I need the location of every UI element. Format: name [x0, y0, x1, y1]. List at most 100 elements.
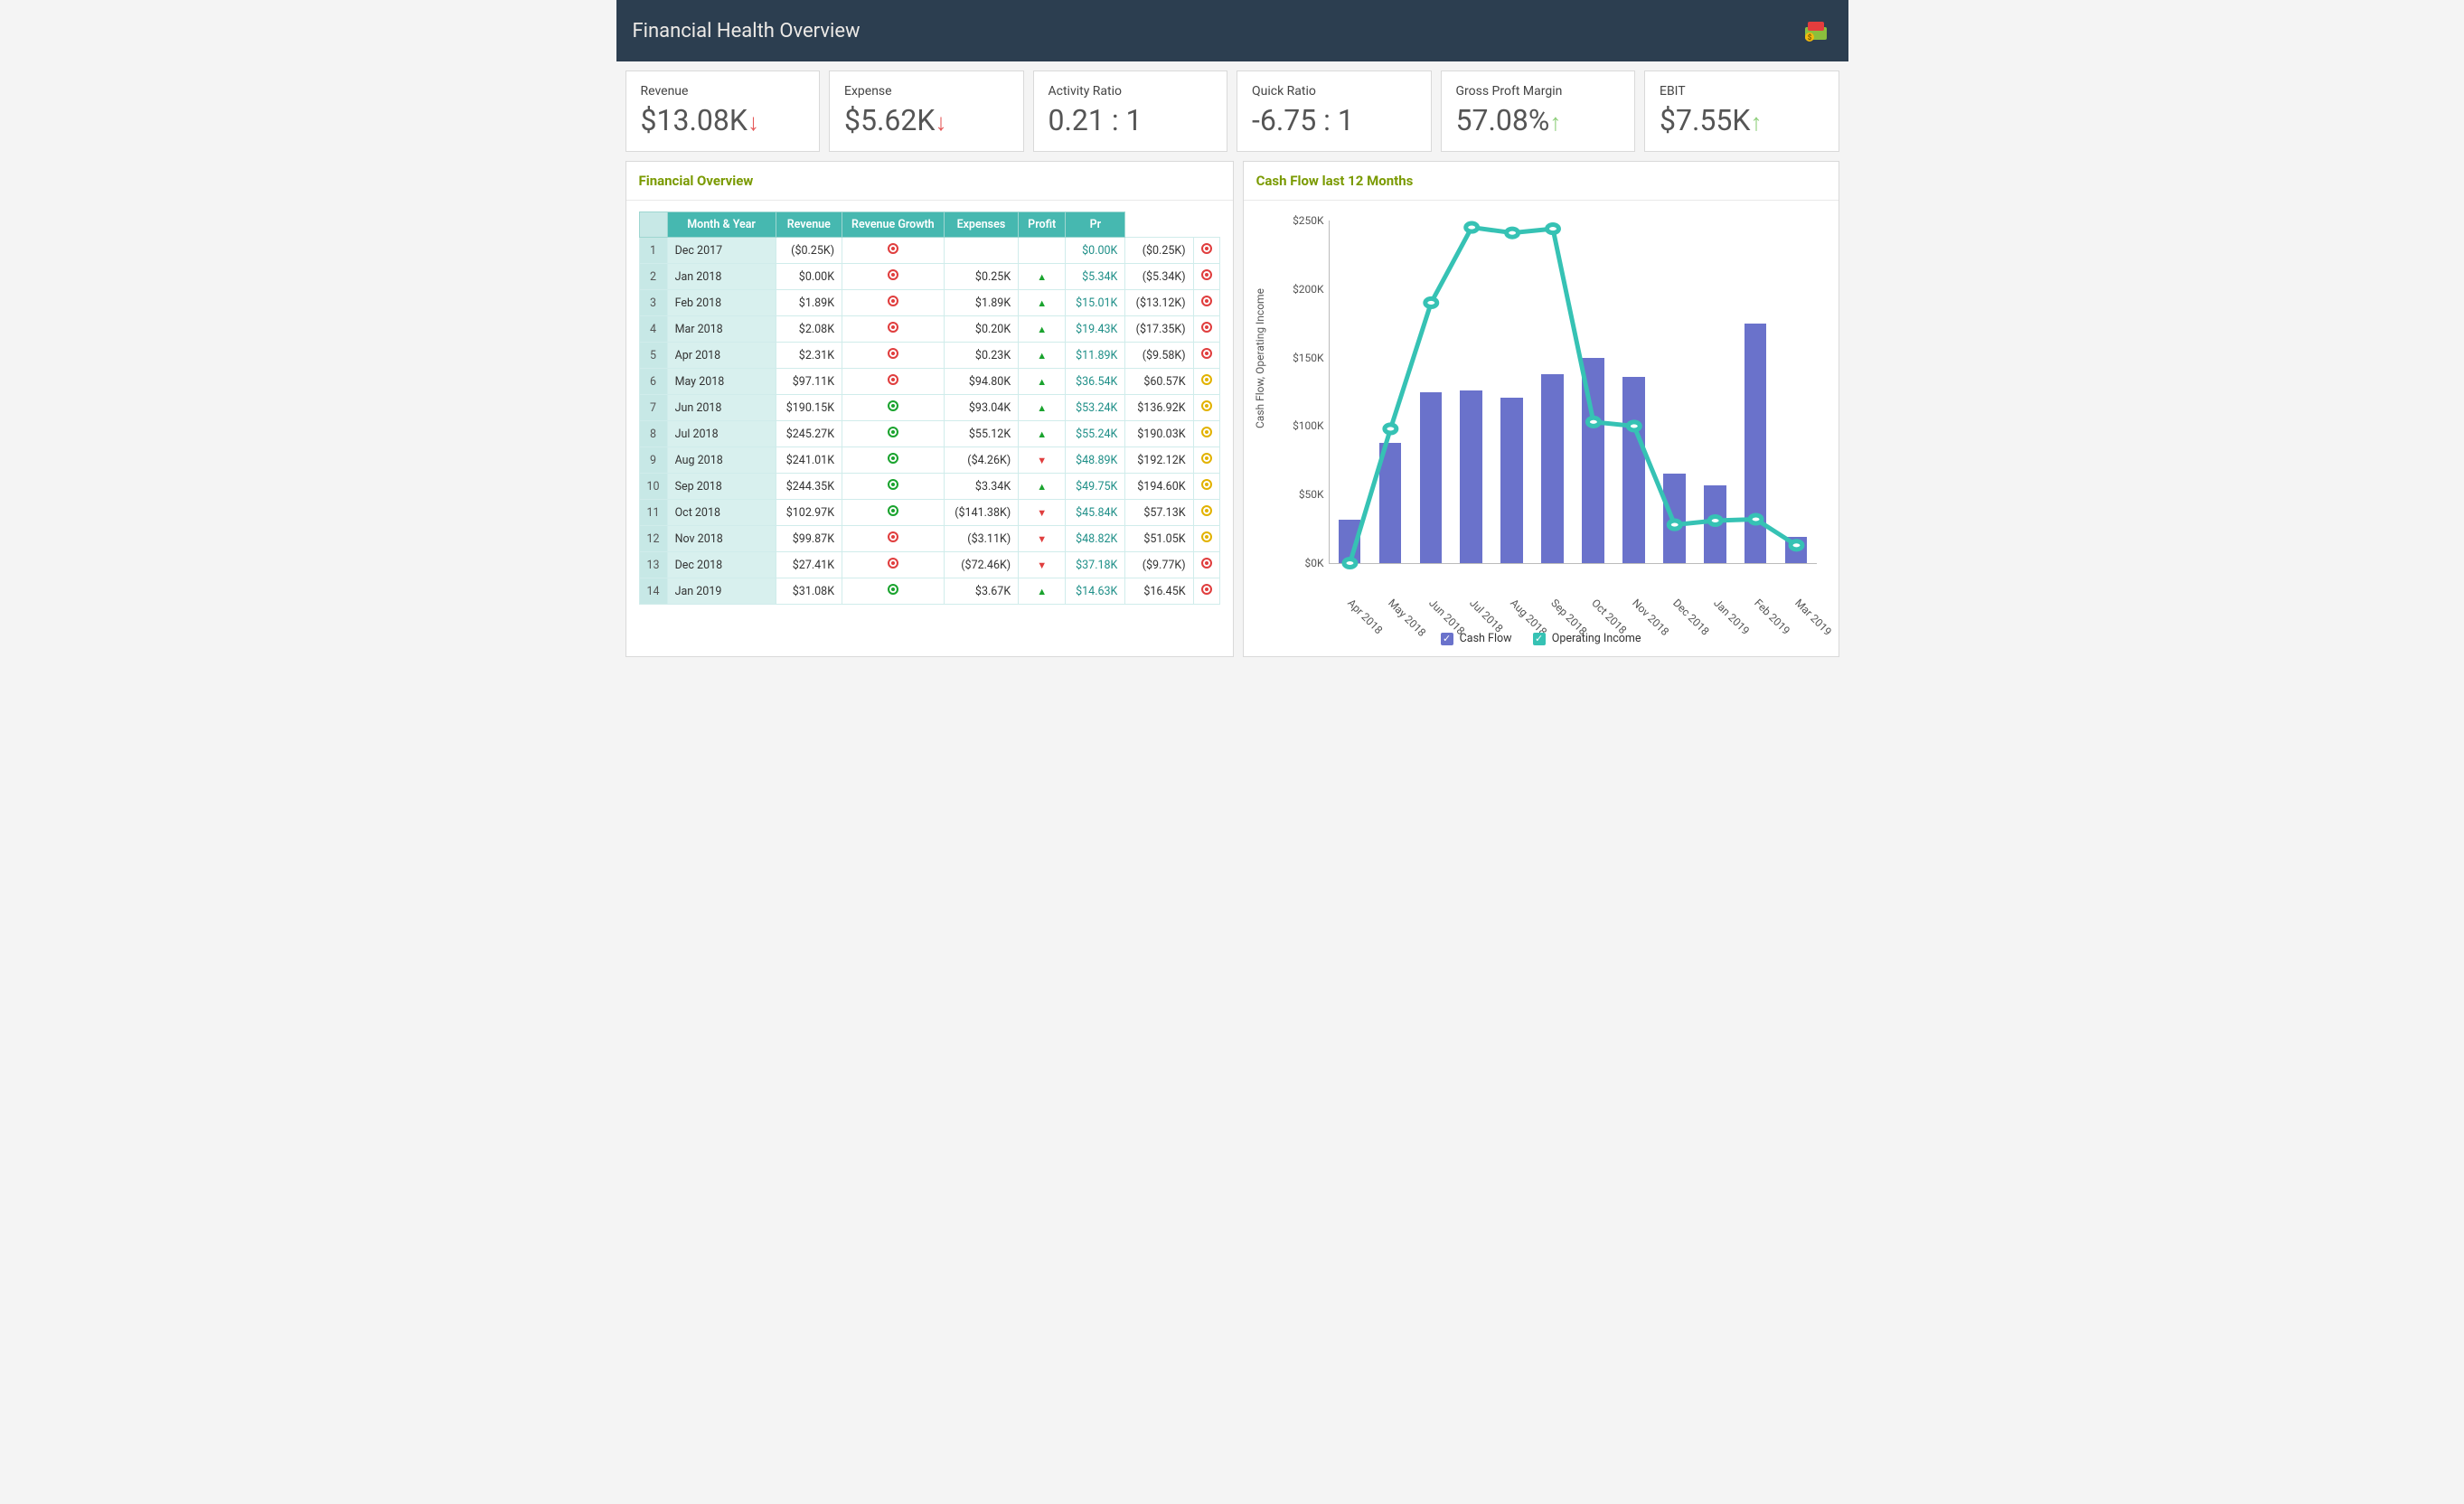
kpi-label: Activity Ratio	[1049, 84, 1213, 99]
row-number: 10	[639, 474, 667, 500]
chart-line-point[interactable]	[1547, 225, 1558, 233]
chart-line-point[interactable]	[1791, 541, 1802, 550]
cash-flow-chart[interactable]: Cash Flow, Operating Income $0K$50K$100K…	[1256, 212, 1826, 645]
kpi-card[interactable]: Expense $5.62K↓	[829, 70, 1024, 152]
table-row[interactable]: 13Dec 2018$27.41K($72.46K)▼$37.18K($9.77…	[639, 552, 1219, 578]
kpi-label: EBIT	[1660, 84, 1824, 99]
table-row[interactable]: 9Aug 2018$241.01K($4.26K)▼$48.89K$192.12…	[639, 447, 1219, 474]
cell-growth: $0.23K	[944, 343, 1019, 369]
trend-down-icon: ▼	[1037, 559, 1047, 571]
legend-swatch-bar: ✓	[1441, 633, 1453, 645]
page-title: Financial Health Overview	[633, 20, 861, 42]
row-number: 13	[639, 552, 667, 578]
status-red-icon	[888, 531, 898, 542]
col-header[interactable]: Profit	[1019, 212, 1066, 238]
kpi-value: $13.08K↓	[641, 106, 805, 135]
table-row[interactable]: 7Jun 2018$190.15K$93.04K▲$53.24K$136.92K	[639, 395, 1219, 421]
chart-line-point[interactable]	[1669, 521, 1680, 529]
cell-revenue: $102.97K	[776, 500, 842, 526]
status-green-icon	[888, 427, 898, 437]
status-red-icon	[1201, 584, 1212, 595]
kpi-value: 0.21 : 1	[1049, 106, 1213, 135]
trend-up-icon: ▲	[1037, 350, 1047, 362]
table-row[interactable]: 3Feb 2018$1.89K$1.89K▲$15.01K($13.12K)	[639, 290, 1219, 316]
chart-legend: ✓ Cash Flow ✓ Operating Income	[1256, 632, 1826, 645]
chart-line-point[interactable]	[1384, 425, 1396, 433]
status-red-icon	[1201, 322, 1212, 333]
cell-revenue: $1.89K	[776, 290, 842, 316]
svg-text:$: $	[1807, 33, 1811, 42]
col-header[interactable]: Revenue Growth	[842, 212, 945, 238]
cell-profit: ($13.12K)	[1125, 290, 1193, 316]
cell-month: Nov 2018	[667, 526, 776, 552]
cell-month: Mar 2018	[667, 316, 776, 343]
kpi-value: 57.08%↑	[1456, 106, 1621, 135]
table-row[interactable]: 6May 2018$97.11K$94.80K▲$36.54K$60.57K	[639, 369, 1219, 395]
table-row[interactable]: 5Apr 2018$2.31K$0.23K▲$11.89K($9.58K)	[639, 343, 1219, 369]
table-row[interactable]: 12Nov 2018$99.87K($3.11K)▼$48.82K$51.05K	[639, 526, 1219, 552]
status-yellow-icon	[1201, 505, 1212, 516]
legend-line-label: Operating Income	[1552, 632, 1641, 645]
table-row[interactable]: 4Mar 2018$2.08K$0.20K▲$19.43K($17.35K)	[639, 316, 1219, 343]
cell-growth: ($72.46K)	[944, 552, 1019, 578]
cell-profit: $51.05K	[1125, 526, 1193, 552]
table-row[interactable]: 14Jan 2019$31.08K$3.67K▲$14.63K$16.45K	[639, 578, 1219, 605]
status-green-icon	[888, 505, 898, 516]
cell-profit: ($0.25K)	[1125, 238, 1193, 264]
kpi-card[interactable]: Quick Ratio-6.75 : 1	[1237, 70, 1432, 152]
row-number: 6	[639, 369, 667, 395]
table-row[interactable]: 2Jan 2018$0.00K$0.25K▲$5.34K($5.34K)	[639, 264, 1219, 290]
row-number: 8	[639, 421, 667, 447]
cell-revenue: ($0.25K)	[776, 238, 842, 264]
kpi-label: Expense	[844, 84, 1009, 99]
cell-profit: $16.45K	[1125, 578, 1193, 605]
status-red-icon	[888, 269, 898, 280]
kpi-card[interactable]: EBIT$7.55K↑	[1644, 70, 1839, 152]
cell-growth-indicator: ▲	[1019, 369, 1066, 395]
row-number: 1	[639, 238, 667, 264]
trend-down-icon: ▼	[1037, 533, 1047, 545]
kpi-card[interactable]: Gross Proft Margin 57.08%↑	[1441, 70, 1636, 152]
status-red-icon	[888, 296, 898, 306]
col-header[interactable]: Expenses	[944, 212, 1019, 238]
cell-profit: ($9.58K)	[1125, 343, 1193, 369]
kpi-card[interactable]: Revenue$13.08K↓	[625, 70, 821, 152]
kpi-label: Gross Proft Margin	[1456, 84, 1621, 99]
legend-swatch-line: ✓	[1533, 633, 1546, 645]
status-yellow-icon	[1201, 374, 1212, 385]
row-number: 14	[639, 578, 667, 605]
cell-revenue-indicator	[842, 447, 945, 474]
table-row[interactable]: 10Sep 2018$244.35K$3.34K▲$49.75K$194.60K	[639, 474, 1219, 500]
chart-line-point[interactable]	[1587, 418, 1599, 426]
cell-revenue-indicator	[842, 238, 945, 264]
col-header[interactable]: Pr	[1066, 212, 1125, 238]
cell-profit-indicator	[1193, 343, 1219, 369]
kpi-card[interactable]: Activity Ratio 0.21 : 1	[1033, 70, 1228, 152]
cell-month: Aug 2018	[667, 447, 776, 474]
kpi-value: $5.62K↓	[844, 106, 1009, 135]
chart-line-point[interactable]	[1750, 515, 1762, 523]
cell-revenue: $241.01K	[776, 447, 842, 474]
table-row[interactable]: 8Jul 2018$245.27K$55.12K▲$55.24K$190.03K	[639, 421, 1219, 447]
chart-line-point[interactable]	[1425, 298, 1436, 306]
cell-growth: $3.34K	[944, 474, 1019, 500]
table-row[interactable]: 1Dec 2017($0.25K)$0.00K($0.25K)	[639, 238, 1219, 264]
col-rownum[interactable]	[639, 212, 667, 238]
chart-line-point[interactable]	[1465, 223, 1477, 231]
cell-expenses: $5.34K	[1066, 264, 1125, 290]
col-header[interactable]: Month & Year	[667, 212, 776, 238]
cell-growth-indicator: ▲	[1019, 290, 1066, 316]
cell-month: Feb 2018	[667, 290, 776, 316]
chart-line[interactable]	[1350, 228, 1796, 563]
y-tick-label: $50K	[1299, 488, 1330, 501]
chart-line-point[interactable]	[1506, 229, 1518, 237]
cell-month: Jan 2019	[667, 578, 776, 605]
table-row[interactable]: 11Oct 2018$102.97K($141.38K)▼$45.84K$57.…	[639, 500, 1219, 526]
col-header[interactable]: Revenue	[776, 212, 842, 238]
chart-line-point[interactable]	[1709, 516, 1721, 524]
status-green-icon	[888, 479, 898, 490]
row-number: 11	[639, 500, 667, 526]
financial-overview-table[interactable]: Month & YearRevenueRevenue GrowthExpense…	[639, 212, 1220, 605]
cell-revenue-indicator	[842, 552, 945, 578]
chart-line-point[interactable]	[1628, 422, 1640, 430]
